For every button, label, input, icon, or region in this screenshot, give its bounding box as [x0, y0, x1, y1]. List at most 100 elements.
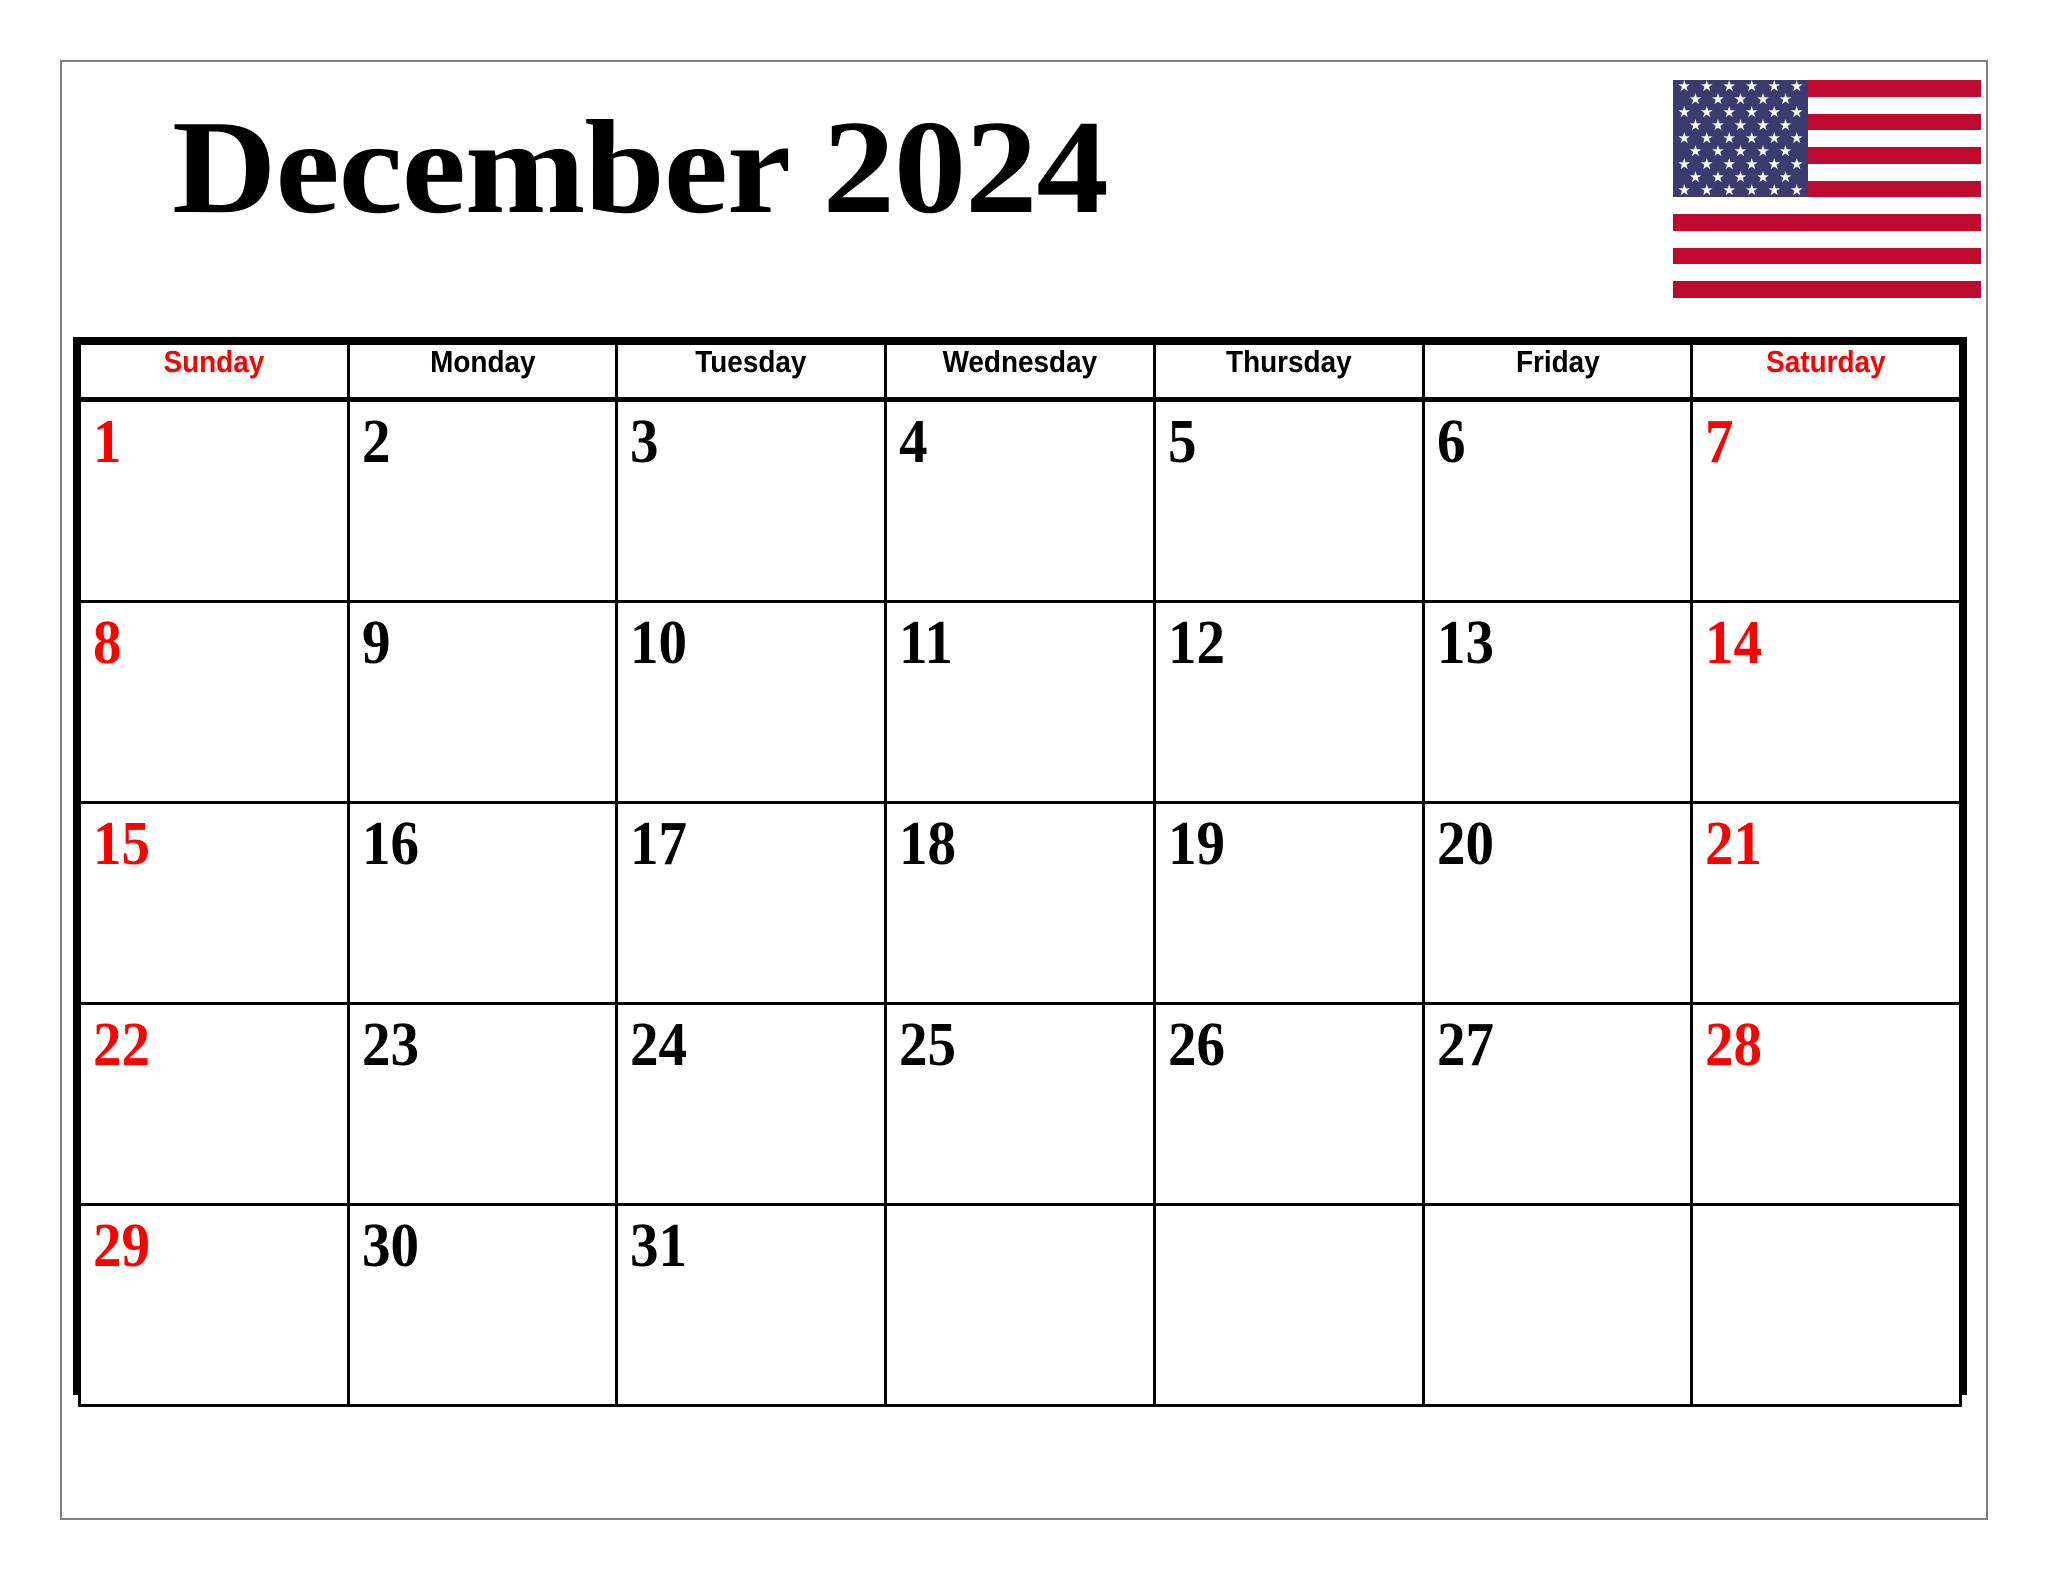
flag-star-icon: ★: [1677, 181, 1691, 199]
calendar-day-cell[interactable]: 12: [1152, 600, 1425, 804]
weekday-label: Friday: [1515, 344, 1600, 379]
flag-stripe: [1673, 247, 1981, 265]
calendar-day-cell[interactable]: 21: [1690, 801, 1962, 1005]
day-number: 6: [1436, 408, 1465, 476]
calendar-day-cell[interactable]: 2: [346, 398, 619, 603]
calendar-day-cell[interactable]: 31: [615, 1203, 888, 1407]
calendar-day-cell[interactable]: 18: [884, 801, 1156, 1005]
calendar-day-cell[interactable]: 15: [78, 801, 350, 1005]
calendar-day-cell[interactable]: 25: [884, 1002, 1156, 1206]
calendar-day-cell[interactable]: 5: [1152, 398, 1425, 603]
calendar-empty-cell: [884, 1203, 1156, 1407]
calendar-day-cell[interactable]: 17: [615, 801, 888, 1005]
calendar-table: Sunday Monday Tuesday Wednesday Thursday Frid…: [78, 342, 1962, 1407]
calendar-day-cell[interactable]: 27: [1421, 1002, 1694, 1206]
calendar-week-row: 1 2 3 4 5 6 7: [78, 398, 1962, 603]
day-number: 25: [899, 1011, 957, 1079]
calendar-day-cell[interactable]: 16: [346, 801, 619, 1005]
calendar-day-cell[interactable]: 14: [1690, 600, 1962, 804]
flag-star-icon: ★: [1790, 181, 1804, 199]
day-number: 14: [1705, 609, 1763, 677]
day-number: 28: [1705, 1011, 1763, 1079]
weekday-label: Saturday: [1766, 344, 1886, 379]
calendar-day-cell[interactable]: 28: [1690, 1002, 1962, 1206]
calendar-header: December 2024 ★ ★ ★ ★ ★ ★ ★ ★ ★ ★ ★ ★ ★ ★ ★ ★ ★ ★ ★ ★ ★ ★ ★ ★ ★ ★…: [62, 62, 1986, 337]
calendar-day-cell[interactable]: 20: [1421, 801, 1694, 1005]
day-number: 5: [1167, 408, 1197, 476]
day-number: 29: [92, 1212, 150, 1280]
day-number: 7: [1705, 408, 1734, 476]
flag-stripe: [1673, 214, 1981, 231]
united-states-flag-icon: ★ ★ ★ ★ ★ ★ ★ ★ ★ ★ ★ ★ ★ ★ ★ ★ ★ ★ ★ ★ ★ ★ ★ ★ ★ ★ ★ ★ ★ ★ ★ ★ ★ ★ ★ ★ ★ ★ ★ ★…: [1673, 80, 1981, 298]
calendar-header-row: Sunday Monday Tuesday Wednesday Thursday Frid…: [78, 342, 1962, 402]
flag-union: ★ ★ ★ ★ ★ ★ ★ ★ ★ ★ ★ ★ ★ ★ ★ ★ ★ ★ ★ ★ ★ ★ ★ ★ ★ ★ ★ ★ ★ ★ ★ ★ ★ ★ ★ ★ ★ ★ ★ ★…: [1673, 80, 1808, 199]
calendar-empty-cell: [1152, 1203, 1425, 1407]
day-number: 19: [1167, 810, 1225, 878]
calendar-day-cell[interactable]: 4: [884, 398, 1156, 603]
weekday-label: Monday: [429, 344, 536, 379]
day-number: 2: [361, 408, 391, 476]
calendar-day-cell[interactable]: 22: [78, 1002, 350, 1206]
calendar-empty-cell: [1690, 1203, 1962, 1407]
calendar-day-cell[interactable]: 23: [346, 1002, 619, 1206]
flag-star-icon: ★: [1700, 181, 1714, 199]
day-number: 22: [92, 1011, 150, 1079]
day-number: 4: [899, 408, 928, 476]
flag-stripe: [1673, 264, 1981, 282]
day-number: 16: [361, 810, 419, 878]
calendar-day-cell[interactable]: 13: [1421, 600, 1694, 804]
day-number: 15: [92, 810, 150, 878]
calendar-page: December 2024 ★ ★ ★ ★ ★ ★ ★ ★ ★ ★ ★ ★ ★ ★ ★ ★ ★ ★ ★ ★ ★ ★ ★ ★ ★ ★…: [60, 60, 1988, 1520]
calendar-day-cell[interactable]: 11: [884, 600, 1156, 804]
day-number: 31: [630, 1212, 688, 1280]
calendar-day-cell[interactable]: 26: [1152, 1002, 1425, 1206]
calendar-body: 1 2 3 4 5 6 7 8 9 10 11 12 13 14 15 16 17 18 19 20 21 22 23 24 2…: [78, 398, 1962, 1407]
day-number: 8: [92, 609, 122, 677]
day-number: 20: [1436, 810, 1494, 878]
weekday-label: Wednesday: [942, 344, 1098, 379]
calendar-day-cell[interactable]: 19: [1152, 801, 1425, 1005]
day-number: 1: [92, 408, 122, 476]
day-number: 18: [899, 810, 957, 878]
weekday-header-thursday: Thursday: [1152, 342, 1425, 402]
day-number: 27: [1436, 1011, 1494, 1079]
day-number: 23: [361, 1011, 419, 1079]
calendar-empty-cell: [1421, 1203, 1694, 1407]
calendar-day-cell[interactable]: 24: [615, 1002, 888, 1206]
flag-star-icon: ★: [1722, 181, 1736, 199]
calendar-day-cell[interactable]: 8: [78, 600, 350, 804]
weekday-header-saturday: Saturday: [1690, 342, 1962, 402]
calendar-grid: Sunday Monday Tuesday Wednesday Thursday Frid…: [73, 337, 1967, 1407]
calendar-day-cell[interactable]: 1: [78, 398, 350, 603]
day-number: 30: [361, 1212, 419, 1280]
calendar-day-cell[interactable]: 9: [346, 600, 619, 804]
page-title: December 2024: [172, 93, 1109, 241]
weekday-label: Thursday: [1225, 344, 1352, 379]
calendar-week-row: 29 30 31: [78, 1203, 1962, 1407]
weekday-header-tuesday: Tuesday: [615, 342, 888, 402]
calendar-day-cell[interactable]: 7: [1690, 398, 1962, 603]
weekday-header-wednesday: Wednesday: [884, 342, 1156, 402]
day-number: 9: [361, 609, 391, 677]
calendar-week-row: 8 9 10 11 12 13 14: [78, 600, 1962, 804]
calendar-day-cell[interactable]: 30: [346, 1203, 619, 1407]
day-number: 21: [1705, 810, 1763, 878]
weekday-header-friday: Friday: [1421, 342, 1694, 402]
day-number: 3: [630, 408, 659, 476]
weekday-header-monday: Monday: [346, 342, 619, 402]
day-number: 10: [630, 609, 688, 677]
calendar-day-cell[interactable]: 6: [1421, 398, 1694, 603]
calendar-day-cell[interactable]: 10: [615, 600, 888, 804]
day-number: 26: [1167, 1011, 1225, 1079]
flag-stripe: [1673, 281, 1981, 298]
flag-star-icon: ★: [1745, 181, 1759, 199]
day-number: 11: [899, 609, 953, 677]
day-number: 13: [1436, 609, 1494, 677]
weekday-header-sunday: Sunday: [78, 342, 350, 402]
weekday-row: Sunday Monday Tuesday Wednesday Thursday Frid…: [78, 342, 1962, 402]
calendar-week-row: 15 16 17 18 19 20 21: [78, 801, 1962, 1005]
calendar-day-cell[interactable]: 29: [78, 1203, 350, 1407]
day-number: 17: [630, 810, 688, 878]
weekday-label: Tuesday: [695, 344, 807, 379]
calendar-day-cell[interactable]: 3: [615, 398, 888, 603]
